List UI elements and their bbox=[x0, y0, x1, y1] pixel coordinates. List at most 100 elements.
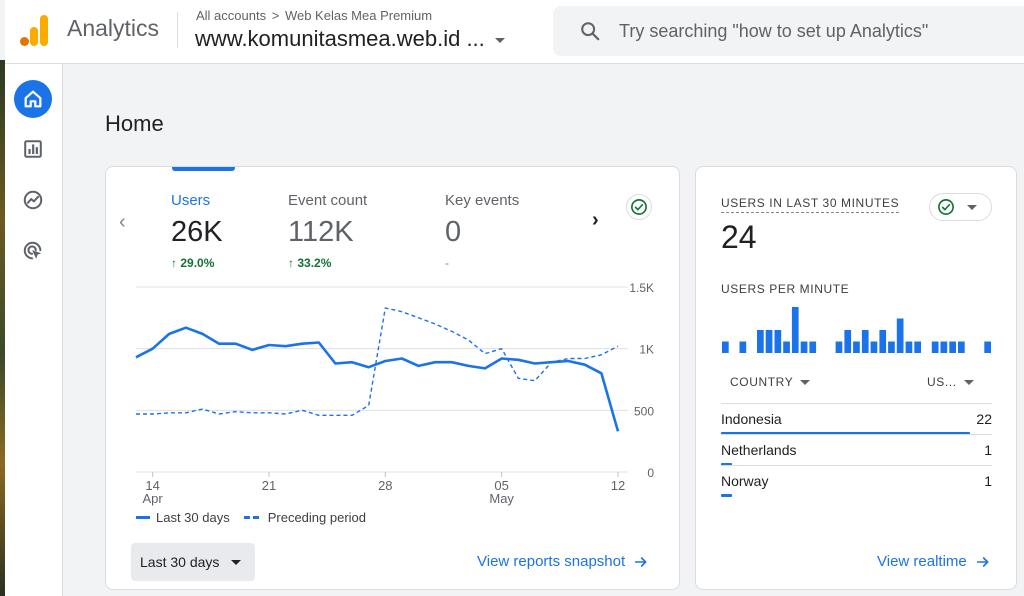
column-users[interactable]: US... bbox=[927, 375, 974, 389]
country-name: Norway bbox=[721, 473, 769, 489]
country-name: Netherlands bbox=[721, 442, 797, 458]
minute-bar bbox=[931, 341, 939, 353]
minute-bar bbox=[888, 341, 895, 353]
chevron-down-icon bbox=[494, 37, 505, 43]
view-reports-snapshot-link[interactable]: View reports snapshot bbox=[477, 553, 649, 570]
realtime-card: USERS IN LAST 30 MINUTES 24 USERS PER MI… bbox=[695, 166, 1017, 590]
x-tick-label: 21 bbox=[262, 478, 276, 493]
x-tick-month: Apr bbox=[143, 491, 164, 506]
minute-bar bbox=[905, 341, 913, 353]
minute-bar bbox=[774, 330, 782, 353]
property-selector[interactable]: www.komunitasmea.web.id ... bbox=[195, 26, 505, 52]
view-realtime-link[interactable]: View realtime bbox=[877, 553, 991, 570]
view-realtime-label: View realtime bbox=[877, 553, 967, 570]
analytics-logo-icon[interactable] bbox=[20, 14, 50, 46]
users-per-minute-chart bbox=[722, 307, 991, 353]
minute-bar bbox=[984, 341, 991, 353]
users-per-minute-label: USERS PER MINUTE bbox=[721, 282, 850, 296]
y-tick-label: 0 bbox=[647, 466, 654, 480]
search-input[interactable]: Try searching "how to set up Analytics" bbox=[619, 21, 928, 42]
nav-explore[interactable] bbox=[14, 181, 52, 219]
minute-bar bbox=[896, 318, 904, 353]
column-users-label: US... bbox=[927, 375, 957, 389]
caret-down-icon bbox=[967, 204, 977, 210]
date-range-label: Last 30 days bbox=[140, 554, 220, 570]
view-reports-snapshot-label: View reports snapshot bbox=[477, 553, 626, 570]
minute-bar bbox=[844, 330, 852, 353]
caret-down-icon bbox=[231, 559, 242, 565]
minute-bar bbox=[914, 341, 921, 353]
table-divider bbox=[721, 403, 992, 404]
realtime-status-dropdown[interactable] bbox=[929, 193, 992, 221]
table-divider bbox=[721, 465, 992, 466]
minute-bar bbox=[861, 330, 869, 353]
home-icon bbox=[24, 90, 42, 108]
country-name: Indonesia bbox=[721, 411, 782, 427]
arrow-right-icon bbox=[976, 556, 989, 567]
minute-bar bbox=[879, 330, 887, 353]
caret-down-icon bbox=[800, 379, 811, 385]
legend-previous: Preceding period bbox=[243, 510, 367, 525]
country-users: 1 bbox=[984, 473, 992, 489]
country-users: 22 bbox=[976, 411, 992, 427]
header-divider bbox=[177, 12, 178, 48]
legend-dashed-swatch bbox=[243, 516, 262, 519]
minute-bar bbox=[870, 341, 878, 353]
x-tick-label: 12 bbox=[611, 478, 625, 493]
minute-bar bbox=[800, 341, 808, 353]
table-row[interactable]: Norway 1 bbox=[721, 469, 992, 500]
y-tick-label: 1.5K bbox=[629, 281, 654, 295]
legend-current-label: Last 30 days bbox=[156, 510, 230, 525]
x-tick-month: May bbox=[489, 491, 514, 506]
minute-bar bbox=[765, 330, 773, 353]
y-tick-label: 1K bbox=[639, 343, 654, 357]
overview-card: ‹ Users 26K ↑ 29.0% Event count 112K ↑ 3… bbox=[105, 166, 680, 590]
minute-bar bbox=[958, 341, 965, 353]
breadcrumb-separator: > bbox=[271, 8, 280, 23]
share-bar bbox=[721, 494, 733, 497]
property-name: www.komunitasmea.web.id ... bbox=[195, 26, 485, 51]
minute-bar bbox=[757, 330, 764, 353]
left-nav bbox=[5, 64, 63, 596]
minute-bar bbox=[940, 341, 948, 353]
minute-bar bbox=[783, 341, 790, 353]
column-country[interactable]: COUNTRY bbox=[730, 375, 811, 389]
users-line-chart: 1.5K1K500014Apr21 28 05May12 bbox=[135, 281, 654, 506]
explore-icon bbox=[23, 190, 43, 210]
arrow-right-icon bbox=[635, 556, 647, 567]
breadcrumb-account[interactable]: Web Kelas Mea Premium bbox=[285, 8, 432, 23]
column-country-label: COUNTRY bbox=[730, 375, 794, 389]
country-users: 1 bbox=[984, 442, 992, 458]
bar-chart-icon bbox=[24, 140, 42, 158]
nav-home[interactable] bbox=[14, 80, 52, 118]
minute-bar bbox=[791, 307, 799, 353]
x-tick-label: 28 bbox=[378, 478, 392, 493]
breadcrumb[interactable]: All accounts > Web Kelas Mea Premium bbox=[196, 8, 432, 23]
breadcrumb-root[interactable]: All accounts bbox=[196, 8, 266, 23]
chart-legend: Last 30 days Preceding period bbox=[136, 510, 366, 525]
table-divider bbox=[721, 434, 992, 435]
minute-bar bbox=[853, 341, 860, 353]
check-circle-icon bbox=[938, 199, 954, 215]
legend-current: Last 30 days bbox=[136, 510, 230, 525]
legend-solid-swatch bbox=[136, 516, 150, 519]
minute-bar bbox=[835, 341, 843, 353]
legend-previous-label: Preceding period bbox=[267, 510, 367, 525]
realtime-label[interactable]: USERS IN LAST 30 MINUTES bbox=[721, 196, 900, 213]
date-range-dropdown[interactable]: Last 30 days bbox=[131, 543, 255, 581]
minute-bar bbox=[722, 341, 729, 353]
top-bar: Analytics All accounts > Web Kelas Mea P… bbox=[5, 0, 1024, 64]
minute-bar bbox=[739, 341, 747, 353]
advertising-icon bbox=[23, 241, 42, 260]
nav-reports[interactable] bbox=[14, 130, 52, 168]
search-icon bbox=[581, 22, 600, 41]
minute-bar bbox=[949, 341, 956, 353]
caret-down-icon bbox=[963, 379, 974, 385]
minute-bar bbox=[809, 341, 817, 353]
app-name: Analytics bbox=[67, 15, 160, 41]
realtime-value: 24 bbox=[721, 219, 757, 255]
series-line-last-30-days bbox=[135, 326, 620, 432]
search-bar[interactable]: Try searching "how to set up Analytics" bbox=[553, 6, 1024, 56]
page-title: Home bbox=[105, 111, 164, 136]
nav-advertising[interactable] bbox=[14, 232, 52, 270]
